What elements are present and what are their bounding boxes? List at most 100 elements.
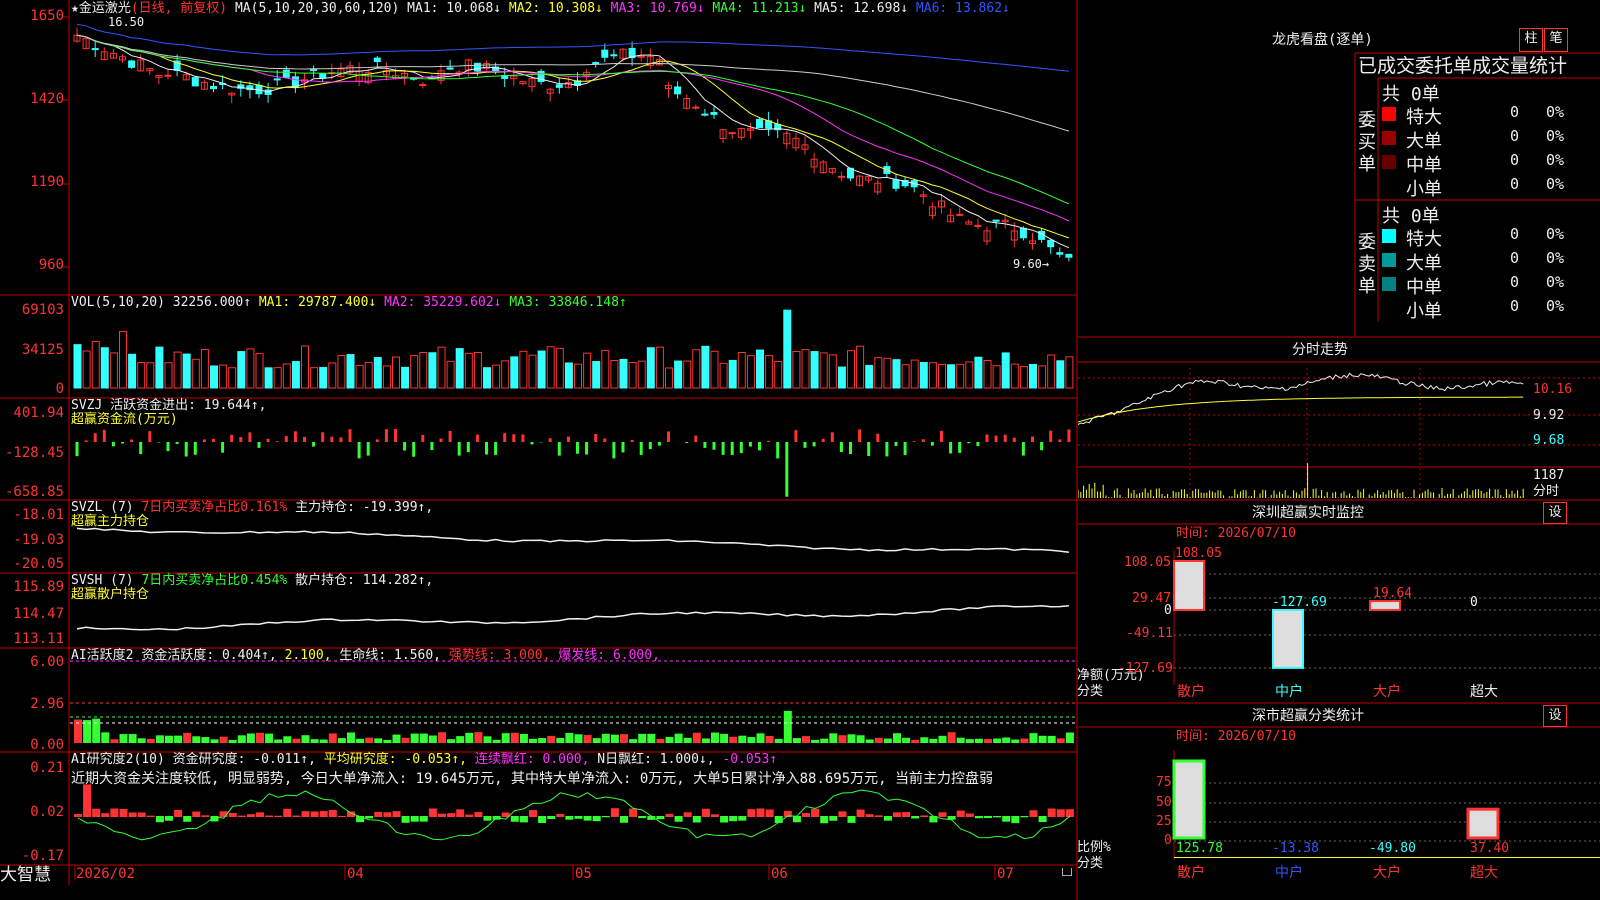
research-bar xyxy=(301,811,310,817)
volume-bar xyxy=(938,363,946,389)
candle-body xyxy=(892,179,900,189)
research-bar xyxy=(401,816,410,823)
order-percent: 0% xyxy=(1546,297,1565,315)
activity-bar xyxy=(638,733,647,743)
research-bar xyxy=(556,813,565,817)
ma3-value: MA3: 10.769↓ xyxy=(610,1,705,16)
candle-body xyxy=(191,77,199,87)
volume-bar xyxy=(1056,360,1065,389)
volume-bar xyxy=(701,345,710,389)
volume-bar xyxy=(901,364,910,389)
activity-bar xyxy=(155,735,164,743)
activity-bar xyxy=(110,739,119,743)
research-bar xyxy=(292,815,301,817)
bar-view-button[interactable]: 柱 xyxy=(1519,28,1543,52)
research-bar xyxy=(993,816,1002,818)
ai-active-header: AI活跃度2 资金活跃度: 0.404↑, 2.100, 生命线: 1.560,… xyxy=(71,649,660,663)
category-label: 中户 xyxy=(1275,684,1303,700)
activity-bar xyxy=(428,735,437,743)
activity-bar xyxy=(438,732,446,743)
research-bar xyxy=(747,809,756,817)
svzl-tick: -20.05 xyxy=(13,556,64,572)
volume-bar xyxy=(483,367,491,389)
lock-icon[interactable] xyxy=(1062,868,1072,876)
vol-ma2: MA2: 35229.602↓ xyxy=(384,295,502,310)
high-price-mark: 16.50 xyxy=(108,15,145,29)
volume-bar xyxy=(246,348,255,389)
activity-bar xyxy=(601,733,610,743)
res-tick: -0.17 xyxy=(21,848,64,864)
class-settings-button[interactable]: 设 xyxy=(1543,705,1567,727)
activity-bar xyxy=(574,734,583,743)
order-size-label: 小单 xyxy=(1406,301,1442,322)
vol-ma1: MA1: 29787.400↓ xyxy=(258,295,377,310)
research-bar xyxy=(174,809,183,817)
svzl-label2: 主力持仓: -19.399↑, xyxy=(295,500,434,515)
volume-bar xyxy=(928,362,937,389)
activity-bar xyxy=(893,733,901,743)
category-label: 超大 xyxy=(1470,865,1498,881)
flow-tick: -658.85 xyxy=(4,484,64,500)
research-bar xyxy=(701,808,710,817)
stock-name[interactable]: ★金运激光 xyxy=(71,1,131,16)
activity-bar xyxy=(947,732,956,743)
tick-view-button[interactable]: 笔 xyxy=(1544,28,1568,52)
svzj-title: SVZJ xyxy=(71,398,103,413)
candle-body xyxy=(710,112,718,115)
volume-bar xyxy=(473,352,482,389)
svzl-title: SVZL (7) xyxy=(71,500,134,515)
research-bar xyxy=(874,815,883,817)
research-bar xyxy=(228,812,237,817)
activity-bar xyxy=(183,732,192,743)
activity-bar xyxy=(583,734,592,743)
volume-bar xyxy=(446,360,455,389)
research-bar xyxy=(474,811,483,817)
stats-tabs[interactable]: 已成交委托单成交量统计 xyxy=(1358,55,1567,77)
activity-bar xyxy=(337,738,346,743)
volume-bar xyxy=(437,346,446,389)
candle-body xyxy=(1019,227,1027,239)
candle-body xyxy=(128,60,136,68)
period-label[interactable]: (日线, 前复权) xyxy=(131,1,227,16)
activity-bar xyxy=(774,738,783,743)
category-label: 大户 xyxy=(1373,865,1401,881)
ai-active-l3: 生命线: 1.560, xyxy=(339,648,442,663)
res-tick: 0.21 xyxy=(30,760,64,776)
activity-bar xyxy=(283,736,292,743)
sz-bar-label: -127.69 xyxy=(1272,595,1327,610)
ai-research-header: AI研究度2(10) 资金研究度: -0.011↑, 平均研究度: -0.053… xyxy=(71,753,777,767)
volume-bar xyxy=(1010,363,1019,389)
activity-bar xyxy=(292,738,301,743)
price-tick: 1420 xyxy=(30,91,64,107)
volume-bar xyxy=(492,364,501,389)
right-panel-frame xyxy=(1078,52,1600,860)
ai-active-title: AI活跃度2 xyxy=(71,648,134,663)
research-bar xyxy=(1056,809,1065,817)
candle-body xyxy=(210,85,217,90)
candle-body xyxy=(373,57,381,63)
dragon-title: 龙虎看盘(逐单) xyxy=(1272,32,1373,48)
order-color-swatch xyxy=(1382,253,1396,267)
activity-bar xyxy=(1002,737,1011,743)
research-bar xyxy=(711,814,719,817)
research-bar xyxy=(1020,816,1029,818)
activity-bar xyxy=(738,735,747,743)
svzl-header: SVZL (7) 7日内买卖净占比0.161% 主力持仓: -19.399↑, xyxy=(71,501,433,515)
research-bar xyxy=(984,816,992,819)
class-ratio-bar xyxy=(1172,759,1206,840)
ma4-value: MA4: 11.213↓ xyxy=(712,1,807,16)
volume-bar xyxy=(619,358,628,389)
research-bar xyxy=(629,808,638,817)
research-bar xyxy=(192,811,201,817)
research-bar xyxy=(383,812,392,817)
volume-bar xyxy=(774,361,783,389)
activity-bar xyxy=(838,735,847,743)
research-bar xyxy=(738,816,747,821)
research-bar xyxy=(856,809,865,817)
candle-body xyxy=(419,83,427,86)
sz-settings-button[interactable]: 设 xyxy=(1543,502,1567,524)
research-bar xyxy=(183,816,192,822)
research-bar xyxy=(1047,808,1056,817)
research-bar xyxy=(683,812,692,817)
ma-label: MA(5,10,20,30,60,120) xyxy=(234,1,400,16)
